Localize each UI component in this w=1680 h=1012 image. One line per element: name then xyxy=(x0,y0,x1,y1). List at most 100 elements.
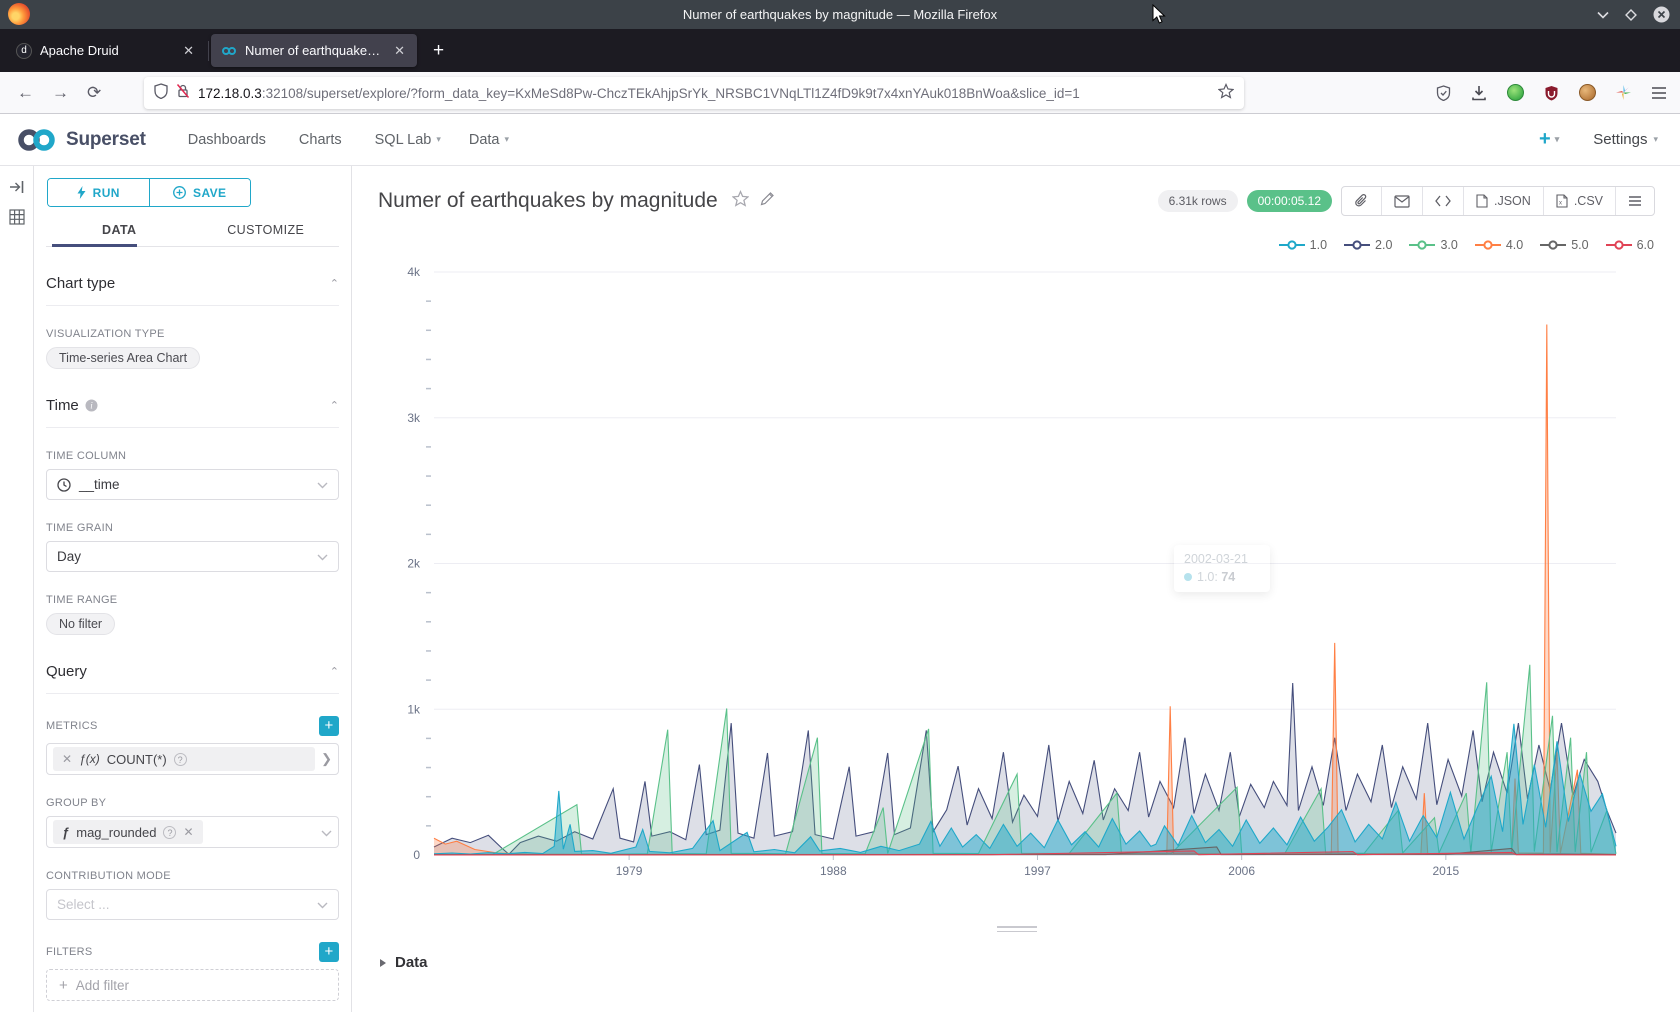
url-bar[interactable]: 172.18.0.3:32108/superset/explore/?form_… xyxy=(144,77,1244,109)
bookmark-star-icon[interactable] xyxy=(1218,83,1234,104)
add-filter-plus-button[interactable]: + xyxy=(319,942,339,962)
time-grain-value: Day xyxy=(57,549,81,564)
code-icon xyxy=(1435,195,1451,207)
timeseries-area-chart[interactable]: 01k2k3k4k19791988199720062015 xyxy=(352,240,1680,900)
add-metric-button[interactable]: + xyxy=(319,716,339,736)
back-button[interactable]: ← xyxy=(8,83,43,103)
tooltip-value: 74 xyxy=(1221,570,1235,584)
caret-down-icon: ▾ xyxy=(1555,134,1560,145)
chevron-up-icon: ⌃ xyxy=(330,665,339,678)
screen: Numer of earthquakes by magnitude — Mozi… xyxy=(0,0,1680,1012)
expand-dataset-panel-icon[interactable] xyxy=(9,180,25,199)
superset-navbar: Superset Dashboards Charts SQL Lab▾ Data… xyxy=(0,114,1680,166)
tab-close-icon[interactable]: ✕ xyxy=(392,43,407,59)
export-json-button[interactable]: .JSON xyxy=(1463,187,1543,215)
svg-text:4k: 4k xyxy=(407,265,421,279)
file-icon xyxy=(1476,194,1488,208)
time-column-select[interactable]: __time xyxy=(46,469,339,500)
hamburger-icon xyxy=(1628,195,1642,207)
svg-text:1997: 1997 xyxy=(1024,864,1051,878)
svg-text:0: 0 xyxy=(413,848,420,862)
chevron-down-icon xyxy=(317,548,328,566)
new-tab-button[interactable]: + xyxy=(427,40,450,62)
tab-data[interactable]: DATA xyxy=(46,214,193,246)
url-path: :32108/superset/explore/?form_data_key=K… xyxy=(262,86,1080,101)
viz-type-value[interactable]: Time-series Area Chart xyxy=(46,347,200,369)
viz-type-label: VISUALIZATION TYPE xyxy=(46,328,339,340)
copy-link-button[interactable] xyxy=(1342,187,1381,215)
forward-button[interactable]: → xyxy=(43,83,78,103)
superset-logo[interactable]: Superset xyxy=(16,127,146,153)
new-chart-plus-button[interactable]: +▾ xyxy=(1539,128,1559,151)
extension-pinwheel-icon[interactable] xyxy=(1610,80,1636,106)
chart-tooltip: 2002-03-21 1.0: 74 xyxy=(1174,545,1270,592)
menu-hamburger-icon[interactable] xyxy=(1646,80,1672,106)
pocket-shield-icon[interactable] xyxy=(1430,80,1456,106)
druid-favicon-icon: d xyxy=(16,43,32,59)
time-grain-label: TIME GRAIN xyxy=(46,522,339,534)
groupby-chip[interactable]: ƒ mag_rounded ? ✕ xyxy=(53,820,203,844)
nav-item-sql-lab[interactable]: SQL Lab▾ xyxy=(375,132,441,148)
extension-ublock-icon[interactable] xyxy=(1538,80,1564,106)
superset-favicon-icon xyxy=(221,43,237,59)
tab-label: Apache Druid xyxy=(40,43,173,58)
nav-item-charts[interactable]: Charts xyxy=(299,132,347,148)
metric-control[interactable]: ✕ ƒ(x) COUNT(*) ? ❯ xyxy=(46,743,339,775)
url-text[interactable]: 172.18.0.3:32108/superset/explore/?form_… xyxy=(198,86,1210,101)
window-maximize-button[interactable] xyxy=(1625,9,1637,21)
tab-superset-chart[interactable]: Numer of earthquakes by m ✕ xyxy=(211,34,417,67)
extension-ghostery-icon[interactable] xyxy=(1502,80,1528,106)
paperclip-icon xyxy=(1354,194,1369,209)
dataset-grid-icon[interactable] xyxy=(9,209,25,230)
caret-right-icon[interactable]: ❯ xyxy=(321,751,332,767)
groupby-value: mag_rounded xyxy=(76,825,156,840)
section-query[interactable]: Query⌃ xyxy=(46,663,339,694)
settings-menu[interactable]: Settings▾ xyxy=(1593,131,1658,148)
tab-close-icon[interactable]: ✕ xyxy=(181,43,196,59)
metric-help-icon[interactable]: ? xyxy=(174,753,187,766)
chevron-down-icon xyxy=(321,825,332,840)
remove-metric-icon[interactable]: ✕ xyxy=(62,752,72,766)
edit-pencil-icon[interactable] xyxy=(760,191,775,211)
remove-groupby-icon[interactable]: ✕ xyxy=(183,825,193,839)
panel-resize-handle[interactable] xyxy=(997,926,1037,935)
export-csv-button[interactable]: x .CSV xyxy=(1543,187,1615,215)
window-minimize-button[interactable] xyxy=(1597,11,1609,19)
section-chart-type[interactable]: Chart type⌃ xyxy=(46,275,339,306)
window-close-button[interactable] xyxy=(1653,6,1670,23)
time-range-value[interactable]: No filter xyxy=(46,613,115,635)
groupby-select[interactable]: ƒ mag_rounded ? ✕ xyxy=(46,816,339,848)
window-title: Numer of earthquakes by magnitude — Mozi… xyxy=(0,7,1680,22)
run-button[interactable]: RUN xyxy=(48,179,150,206)
chart-menu-button[interactable] xyxy=(1615,187,1654,215)
tab-customize[interactable]: CUSTOMIZE xyxy=(193,214,340,246)
chevron-up-icon: ⌃ xyxy=(330,399,339,412)
svg-text:3k: 3k xyxy=(407,411,421,425)
save-button[interactable]: SAVE xyxy=(150,179,251,206)
tooltip-date: 2002-03-21 xyxy=(1184,552,1260,566)
metric-chip[interactable]: ✕ ƒ(x) COUNT(*) ? xyxy=(53,747,315,771)
tab-apache-druid[interactable]: d Apache Druid ✕ xyxy=(6,34,206,67)
downloads-icon[interactable] xyxy=(1466,80,1492,106)
extension-cookie-icon[interactable] xyxy=(1574,80,1600,106)
plus-circle-icon xyxy=(173,186,186,199)
insecure-lock-icon[interactable] xyxy=(176,83,190,104)
reload-button[interactable]: ⟳ xyxy=(78,83,110,103)
time-grain-select[interactable]: Day xyxy=(46,541,339,572)
email-button[interactable] xyxy=(1381,187,1422,215)
groupby-help-icon[interactable]: ? xyxy=(163,826,176,839)
contribution-mode-select[interactable]: Select ... xyxy=(46,889,339,920)
nav-item-dashboards[interactable]: Dashboards xyxy=(188,132,271,148)
embed-code-button[interactable] xyxy=(1422,187,1463,215)
envelope-icon xyxy=(1394,195,1410,208)
url-host: 172.18.0.3 xyxy=(198,86,262,101)
chart-panel: Numer of earthquakes by magnitude 6.31k … xyxy=(352,166,1680,1012)
plus-icon: + xyxy=(59,977,68,994)
add-filter-dropzone[interactable]: + Add filter xyxy=(46,969,339,1001)
chevron-down-icon xyxy=(317,896,328,914)
data-section-header[interactable]: Data xyxy=(380,954,428,971)
nav-item-data[interactable]: Data▾ xyxy=(469,132,509,148)
tracking-shield-icon[interactable] xyxy=(154,83,168,104)
section-time[interactable]: Time i ⌃ xyxy=(46,397,339,428)
favorite-star-icon[interactable] xyxy=(732,190,749,212)
